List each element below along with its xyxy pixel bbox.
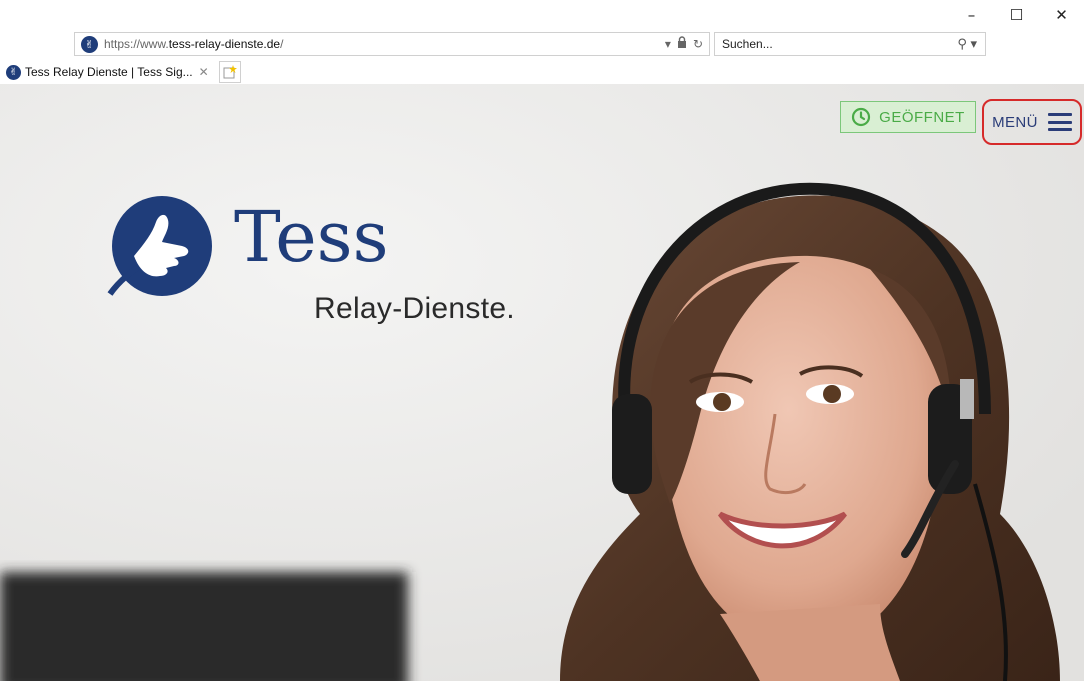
url-prefix: https://www. (104, 37, 169, 51)
web-page: GEÖFFNET MENÜ Tess Relay-Dienste. (0, 84, 1084, 681)
status-label: GEÖFFNET (879, 108, 965, 126)
clock-icon (851, 107, 871, 127)
window-controls: – ☐ ✕ (949, 0, 1084, 30)
dropdown-arrow-icon[interactable]: ▾ (665, 37, 671, 51)
tab-strip: ✌ Tess Relay Dienste | Tess Sig... ✕ (0, 60, 1084, 84)
site-favicon-icon: ✌ (81, 35, 98, 53)
lock-icon[interactable] (677, 36, 687, 51)
logo-tagline: Relay-Dienste. (314, 292, 515, 325)
status-badge[interactable]: GEÖFFNET (840, 101, 976, 133)
tab-title: Tess Relay Dienste | Tess Sig... (25, 65, 193, 79)
refresh-icon[interactable]: ↻ (693, 37, 703, 51)
address-bar-tools: ▾ ↻ (665, 36, 703, 51)
address-bar[interactable]: ✌ https://www.tess-relay-dienste.de/ ▾ ↻ (74, 32, 710, 56)
url-text[interactable]: https://www.tess-relay-dienste.de/ (104, 37, 283, 51)
url-suffix: / (280, 37, 284, 51)
hero-photo (0, 84, 1084, 681)
hamburger-icon (1047, 113, 1072, 131)
close-tab-icon[interactable]: ✕ (199, 65, 209, 79)
menu-label: MENÜ (992, 113, 1038, 131)
search-input[interactable]: Suchen... ⚲ ▾ (714, 32, 986, 56)
minimize-button[interactable]: – (949, 0, 994, 30)
url-domain: tess-relay-dienste.de (168, 37, 281, 51)
logo-mark-icon (107, 196, 212, 296)
logo-name: Tess (234, 196, 389, 278)
close-button[interactable]: ✕ (1039, 0, 1084, 30)
new-tab-icon[interactable] (218, 61, 241, 83)
browser-chrome: – ☐ ✕ ✌ https://www.tess-relay-dienste.d… (0, 0, 1084, 84)
menu-button[interactable]: MENÜ (982, 99, 1082, 145)
maximize-button[interactable]: ☐ (994, 0, 1039, 30)
logo[interactable]: Tess Relay-Dienste. (104, 194, 544, 344)
tab-favicon-icon: ✌ (6, 64, 21, 80)
search-placeholder: Suchen... (722, 37, 773, 51)
tab-active[interactable]: ✌ Tess Relay Dienste | Tess Sig... ✕ (0, 60, 215, 84)
search-icon[interactable]: ⚲ ▾ (957, 36, 977, 52)
